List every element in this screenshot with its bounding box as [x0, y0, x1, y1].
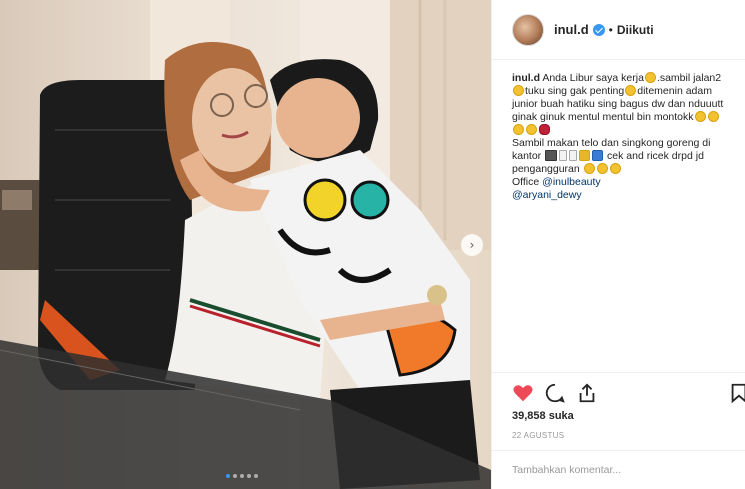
grin-emoji-icon	[694, 111, 706, 122]
caption-text: Anda Libur saya kerja	[542, 72, 644, 84]
carousel-dot	[247, 474, 251, 478]
caption-text: ginak ginuk mentul mentul bin montokk	[512, 111, 694, 123]
post-caption: inul.d Anda Libur saya kerja .sambil jala…	[512, 72, 744, 202]
heart-icon[interactable]	[512, 382, 534, 404]
page-emoji-icon	[569, 150, 578, 161]
caption-username[interactable]: inul.d	[512, 72, 540, 84]
post-actions	[492, 372, 745, 410]
caption-text: junior buah hatiku sing bagus dw dan ndu…	[512, 98, 724, 110]
post-date: 22 AGUSTUS	[512, 431, 565, 440]
mention-link[interactable]: @aryani_dewy	[512, 189, 582, 201]
laptop-emoji-icon	[545, 150, 558, 161]
avatar[interactable]	[512, 13, 544, 46]
caption-text: Office	[512, 176, 543, 188]
carousel-dot	[240, 474, 244, 478]
post-sidebar: inul.d • Diikuti inul.d Anda Libur saya …	[491, 0, 745, 489]
likes-count[interactable]: 39,858 suka	[512, 410, 574, 422]
caption-text: .sambil jalan2	[656, 72, 722, 84]
folder-emoji-icon	[579, 150, 591, 161]
caption-text: ditemenin adam	[637, 85, 712, 97]
caption-text: cek and ricek drpd jd	[607, 150, 704, 162]
grin-emoji-icon	[707, 111, 719, 122]
post-photo[interactable]: ›	[0, 0, 491, 489]
grin-emoji-icon	[513, 85, 524, 96]
comment-icon[interactable]	[544, 382, 566, 404]
carousel-dot-active	[226, 474, 230, 478]
chevron-right-icon[interactable]: ›	[461, 234, 483, 256]
page-emoji-icon	[559, 150, 568, 161]
carousel-dot	[233, 474, 237, 478]
mention-link[interactable]: @inulbeauty	[542, 176, 601, 188]
verified-badge-icon	[592, 23, 605, 36]
grin-emoji-icon	[644, 72, 656, 83]
carousel-dot	[254, 474, 258, 478]
caption-text: Sambil makan telo dan singkong goreng di	[512, 137, 711, 149]
grin-emoji-icon	[513, 124, 524, 135]
grin-emoji-icon	[596, 163, 608, 174]
post-header: inul.d • Diikuti	[492, 0, 745, 60]
bookmark-icon[interactable]	[728, 382, 745, 404]
grin-emoji-icon	[609, 163, 621, 174]
lips-emoji-icon	[539, 124, 550, 135]
post-photo-illustration	[0, 0, 491, 489]
carousel-indicator	[226, 474, 258, 478]
follow-status-button[interactable]: Diikuti	[617, 23, 654, 37]
separator-dot: •	[608, 22, 613, 37]
comment-input[interactable]: Tambahkan komentar...	[492, 450, 745, 489]
grin-emoji-icon	[583, 163, 595, 174]
caption-text: kantor	[512, 150, 542, 162]
username-link[interactable]: inul.d	[554, 22, 589, 37]
grin-emoji-icon	[526, 124, 537, 135]
grin-emoji-icon	[625, 85, 637, 96]
share-icon[interactable]	[576, 382, 598, 404]
caption-text: tuku sing gak penting	[525, 85, 625, 97]
book-emoji-icon	[592, 150, 604, 161]
caption-text: pengangguran	[512, 163, 580, 175]
